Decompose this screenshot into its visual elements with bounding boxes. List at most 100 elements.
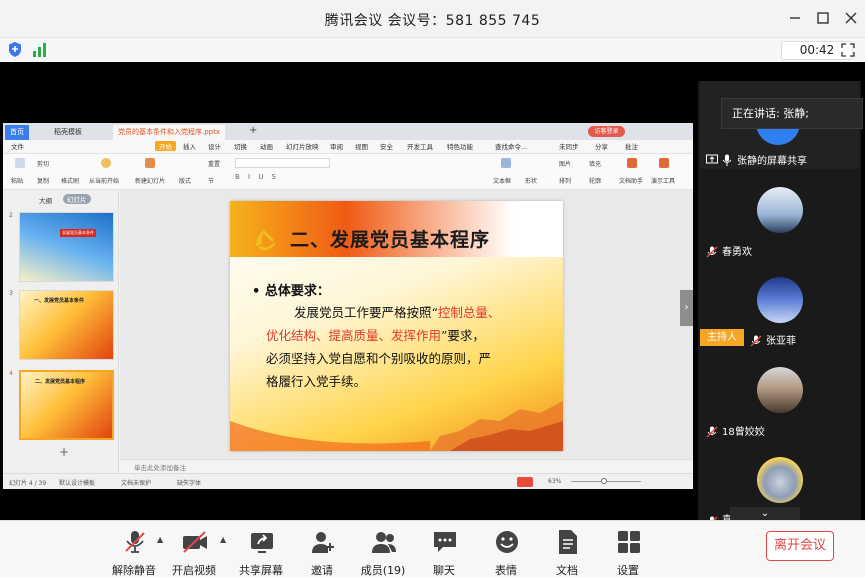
participant-card[interactable]: 主持人 张亚菲 (700, 265, 859, 351)
ribbon-new-slide[interactable]: 新建幻灯片 (135, 176, 165, 185)
emoji-button[interactable]: 表情 (474, 527, 538, 577)
participant-card[interactable]: 春勇欢 (700, 177, 859, 263)
ribbon-textbox[interactable]: 文本框 (493, 176, 511, 185)
shared-screen[interactable]: 首页 稻壳模板 党员的基本条件和入党程序.pptx + 访客登录 文件 开始 插… (3, 123, 693, 489)
slide-counter: 幻灯片 4 / 39 (9, 480, 47, 487)
signal-icon[interactable] (32, 42, 48, 57)
menu-review[interactable]: 审阅 (330, 141, 343, 151)
ribbon-arrange[interactable]: 排列 (559, 176, 571, 185)
menu-insert[interactable]: 插入 (183, 141, 196, 151)
new-tab-icon[interactable]: + (249, 125, 257, 136)
slide-highlight: 控制总量、 (437, 305, 501, 320)
tab-outline[interactable]: 大纲 (39, 195, 52, 205)
menu-unsynced[interactable]: 未同步 (559, 141, 579, 151)
slide-edit-area: 二、发展党员基本程序 • 总体要求： 发展党员工作要严格按照“控制总量、 优化结… (120, 190, 693, 473)
ribbon-section[interactable]: 节 (208, 176, 214, 185)
tab-docer[interactable]: 稻壳模板 (49, 125, 87, 140)
user-badge[interactable]: 访客登录 (588, 126, 625, 137)
ribbon-picture[interactable]: 图片 (559, 159, 571, 168)
play-icon[interactable] (517, 477, 533, 487)
ribbon-shape[interactable]: 形状 (525, 176, 537, 185)
chat-button[interactable]: 聊天 (412, 527, 476, 577)
menu-comment[interactable]: 批注 (625, 141, 638, 151)
leave-meeting-button[interactable]: 离开会议 (766, 531, 834, 561)
maximize-icon[interactable] (814, 9, 832, 27)
tab-slides[interactable]: 幻灯片 (63, 194, 91, 204)
ribbon-from-current[interactable]: 从当前开始 (89, 176, 119, 185)
ribbon-format-painter[interactable]: 格式刷 (61, 176, 79, 185)
participant-name: 张静的屏幕共享 (737, 156, 807, 167)
close-icon[interactable] (842, 9, 860, 27)
fullscreen-icon[interactable] (840, 42, 856, 58)
video-options-caret-icon[interactable]: ▲ (220, 535, 226, 544)
new-slide-icon[interactable] (145, 158, 155, 168)
slide-thumbnail-selected[interactable]: 二、发展党员基本程序 (19, 370, 114, 440)
ribbon-presentation-tools[interactable]: 演示工具 (651, 176, 675, 185)
share-screen-button[interactable]: 共享屏幕 (229, 527, 293, 577)
menu-features[interactable]: 特色功能 (447, 141, 473, 151)
menu-start[interactable]: 开始 (155, 141, 176, 151)
slide-title: 二、发展党员基本程序 (290, 229, 491, 251)
mic-muted-icon (706, 243, 718, 258)
menu-animation[interactable]: 动画 (260, 141, 273, 151)
ribbon-doc-assistant[interactable]: 文档助手 (619, 176, 643, 185)
minimize-icon[interactable] (786, 9, 804, 27)
camera-off-icon (181, 529, 209, 555)
toolbar-label: 表情 (495, 564, 517, 577)
collapse-arrow-icon[interactable]: › (680, 290, 693, 326)
zoom-slider-thumb[interactable] (601, 478, 607, 484)
document-button[interactable]: 文档 (535, 527, 599, 577)
ribbon-cut[interactable]: 剪切 (37, 159, 49, 168)
document-icon (555, 529, 581, 555)
missing-font[interactable]: 缺失字体 (177, 478, 201, 487)
slide-thumbnail[interactable]: 发展党员基本条件 (19, 212, 114, 282)
current-slide[interactable]: 二、发展党员基本程序 • 总体要求： 发展党员工作要严格按照“控制总量、 优化结… (230, 201, 563, 451)
menu-share[interactable]: 分享 (595, 141, 608, 151)
ribbon-layout[interactable]: 版式 (179, 176, 191, 185)
ribbon-fill[interactable]: 填充 (589, 159, 601, 168)
toolbar-label: 解除静音 (112, 564, 156, 577)
mic-icon (721, 151, 733, 166)
slide-bullet-heading: • 总体要求： (252, 284, 330, 299)
participant-card[interactable]: 袁旭 ⌄ (700, 451, 859, 520)
menu-devtools[interactable]: 开发工具 (407, 141, 433, 151)
menu-transition[interactable]: 切换 (234, 141, 247, 151)
scroll-down-chevron-icon[interactable]: ⌄ (730, 507, 800, 520)
shield-icon[interactable] (8, 42, 22, 57)
participant-card[interactable]: 18曾姣姣 (700, 353, 859, 439)
add-slide-icon[interactable]: + (59, 445, 69, 459)
members-button[interactable]: 成员(19) (351, 527, 415, 577)
ribbon-outline[interactable]: 轮廓 (589, 176, 601, 185)
menu-search[interactable]: 查找命令... (495, 141, 527, 151)
font-name-select[interactable] (235, 158, 330, 168)
menu-file[interactable]: 文件 (11, 141, 24, 151)
participant-panel: 张静的屏幕共享 春勇欢 主持人 张亚菲 18曾姣姣 袁旭 ⌄ (698, 81, 861, 520)
ribbon-copy[interactable]: 复制 (37, 176, 49, 185)
meeting-toolbar: 解除静音 ▲ 开启视频 ▲ 共享屏幕 邀请 成员(19) 聊天 表情 文档 设置… (0, 520, 865, 577)
tab-pptx[interactable]: 党员的基本条件和入党程序.pptx (113, 125, 225, 140)
notes-bar[interactable]: 单击此处添加备注 (120, 459, 693, 473)
avatar (757, 367, 803, 413)
notes-placeholder[interactable]: 单击此处添加备注 (134, 462, 186, 472)
start-video-button[interactable]: 开启视频 (162, 527, 226, 577)
doc-assistant-icon[interactable] (627, 158, 637, 168)
menu-design[interactable]: 设计 (208, 141, 221, 151)
invite-button[interactable]: 邀请 (290, 527, 354, 577)
play-from-current-icon[interactable] (101, 158, 111, 168)
menu-security[interactable]: 安全 (380, 141, 393, 151)
doc-protection[interactable]: 文档未保护 (121, 478, 151, 487)
menu-view[interactable]: 视图 (355, 141, 368, 151)
avatar (757, 457, 803, 503)
ribbon-paste[interactable]: 粘贴 (11, 176, 23, 185)
paste-icon[interactable] (15, 158, 25, 168)
textbox-icon[interactable] (501, 158, 511, 168)
tab-home[interactable]: 首页 (5, 125, 29, 140)
ribbon-reset[interactable]: 重置 (208, 159, 220, 168)
slide-thumbnail[interactable]: 一、发展党员基本条件 (19, 290, 114, 360)
font-format-group[interactable]: B I U S (235, 173, 355, 183)
settings-button[interactable]: 设置 (596, 527, 660, 577)
menu-slideshow[interactable]: 幻灯片放映 (286, 141, 319, 151)
thumb-number: 4 (9, 370, 13, 377)
presentation-tools-icon[interactable] (659, 158, 669, 168)
toolbar-label: 设置 (617, 564, 639, 577)
